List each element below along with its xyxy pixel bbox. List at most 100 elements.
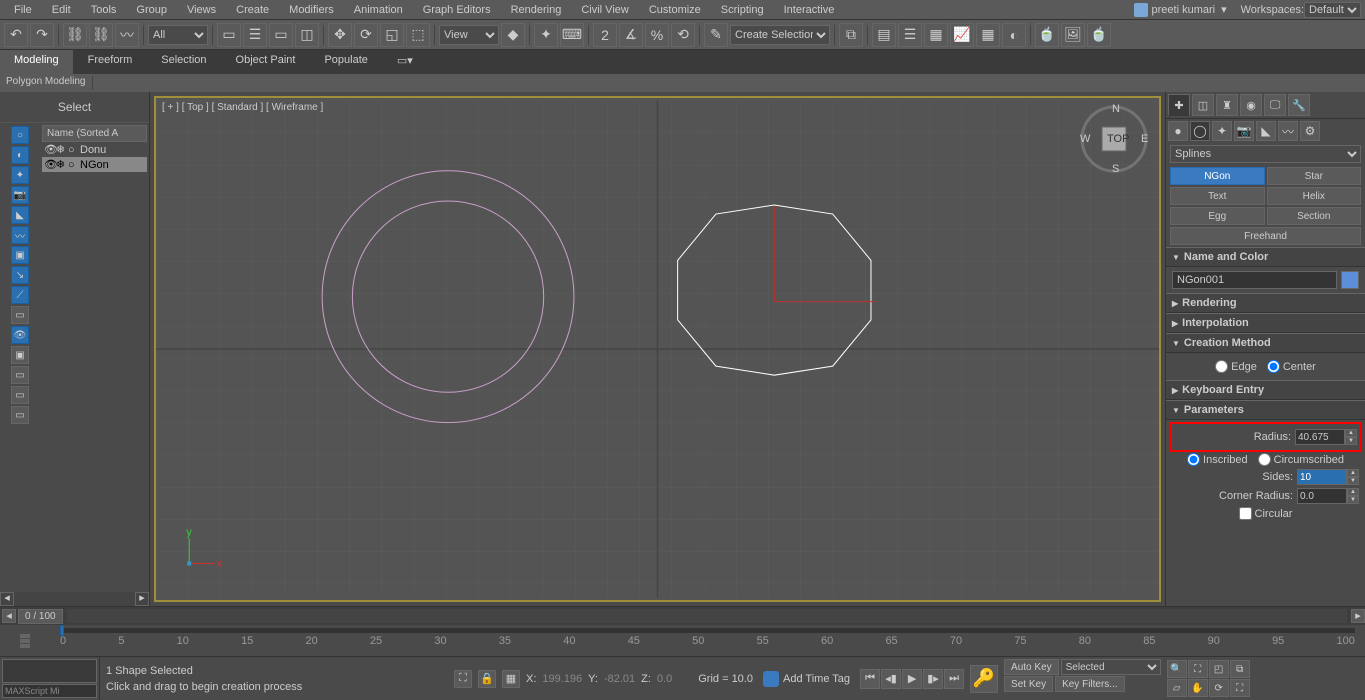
rect-region-button[interactable]: ▭ — [269, 23, 293, 47]
eye-icon[interactable]: 👁 — [44, 158, 54, 171]
menu-interactive[interactable]: Interactive — [774, 2, 845, 18]
helix-button[interactable]: Helix — [1267, 187, 1362, 205]
display-xrefs-icon[interactable]: ↘ — [11, 266, 29, 284]
zoom-extents-button[interactable]: ◰ — [1209, 660, 1229, 678]
text-button[interactable]: Text — [1170, 187, 1265, 205]
key-mode-button[interactable]: 🔑 — [970, 665, 998, 693]
placement-button[interactable]: ⬚ — [406, 23, 430, 47]
layer-button[interactable]: ☰ — [898, 23, 922, 47]
display-tab[interactable]: 🖵 — [1264, 94, 1286, 116]
menu-modifiers[interactable]: Modifiers — [279, 2, 344, 18]
parameters-rollout[interactable]: ▼Parameters — [1166, 400, 1365, 420]
radius-up[interactable]: ▲ — [1345, 429, 1357, 437]
display-containers-icon[interactable]: ▭ — [11, 306, 29, 324]
display-shapes-icon[interactable]: ◐ — [11, 146, 29, 164]
schematic-button[interactable]: ▦ — [976, 23, 1000, 47]
ribbon-toggle[interactable]: ▭▾ — [383, 50, 427, 74]
play-button[interactable]: ▶ — [902, 669, 922, 689]
fov-button[interactable]: ▱ — [1167, 679, 1187, 697]
material-preview[interactable] — [2, 659, 97, 683]
display-cameras-icon[interactable]: 📷 — [11, 186, 29, 204]
user-menu[interactable]: preeti kumari ▾ — [1130, 1, 1231, 19]
eye-icon[interactable]: 👁 — [44, 143, 54, 156]
move-button[interactable]: ✥ — [328, 23, 352, 47]
material-editor-button[interactable]: ◐ — [1002, 23, 1026, 47]
autokey-button[interactable]: Auto Key — [1004, 659, 1059, 675]
display-warps-icon[interactable]: 〰 — [11, 226, 29, 244]
freehand-button[interactable]: Freehand — [1170, 227, 1361, 245]
menu-customize[interactable]: Customize — [639, 2, 711, 18]
menu-tools[interactable]: Tools — [81, 2, 127, 18]
tree-row-ngon[interactable]: 👁 ❄ ○ NGon — [42, 157, 147, 172]
display-helpers-icon[interactable]: ◣ — [11, 206, 29, 224]
key-filter-select[interactable]: Selected — [1061, 659, 1161, 675]
circumscribed-radio[interactable]: Circumscribed — [1258, 453, 1344, 466]
rendering-rollout[interactable]: ▶Rendering — [1166, 293, 1365, 313]
mirror-button[interactable]: ⧉ — [839, 23, 863, 47]
time-slider-prev[interactable]: ◂ — [2, 609, 16, 623]
named-selection-select[interactable]: Create Selection Se — [730, 25, 830, 45]
ribbon-tab-object-paint[interactable]: Object Paint — [222, 50, 310, 74]
viewport-canvas[interactable]: y x — [156, 98, 1159, 600]
edit-named-sel-button[interactable]: ✎ — [704, 23, 728, 47]
rotate-button[interactable]: ⟳ — [354, 23, 378, 47]
pivot-button[interactable]: ◆ — [501, 23, 525, 47]
menu-edit[interactable]: Edit — [42, 2, 81, 18]
shapes-subtab[interactable]: ◯ — [1190, 121, 1210, 141]
menu-graph-editors[interactable]: Graph Editors — [413, 2, 501, 18]
maximize-button[interactable]: ⛶ — [1230, 679, 1250, 697]
angle-snap-button[interactable]: ∡ — [619, 23, 643, 47]
add-time-tag[interactable]: Add Time Tag — [757, 657, 856, 700]
render-button[interactable]: 🍵 — [1087, 23, 1111, 47]
zoom-all-button[interactable]: ⛶ — [1188, 660, 1208, 678]
bind-button[interactable]: 〰 — [115, 23, 139, 47]
lights-subtab[interactable]: ✦ — [1212, 121, 1232, 141]
systems-subtab[interactable]: ⚙ — [1300, 121, 1320, 141]
percent-snap-button[interactable]: % — [645, 23, 669, 47]
egg-button[interactable]: Egg — [1170, 207, 1265, 225]
display-hidden-icon[interactable]: ▣ — [11, 346, 29, 364]
display-frozen-icon[interactable]: 👁 — [11, 326, 29, 344]
goto-end-button[interactable]: ⏭ — [944, 669, 964, 689]
time-slider-button[interactable]: 0 / 100 — [18, 609, 63, 624]
modify-tab[interactable]: ◫ — [1192, 94, 1214, 116]
hierarchy-tab[interactable]: ♜ — [1216, 94, 1238, 116]
display-geometry-icon[interactable]: ○ — [11, 126, 29, 144]
select-name-button[interactable]: ☰ — [243, 23, 267, 47]
inscribed-radio[interactable]: Inscribed — [1187, 453, 1248, 466]
create-tab[interactable]: ✚ — [1168, 94, 1190, 116]
goto-start-button[interactable]: ⏮ — [860, 669, 880, 689]
section-button[interactable]: Section — [1267, 207, 1362, 225]
warps-subtab[interactable]: 〰 — [1278, 121, 1298, 141]
menu-views[interactable]: Views — [177, 2, 226, 18]
view-cube[interactable]: N S E W TOP — [1079, 104, 1149, 174]
workspace-select[interactable]: Default — [1304, 2, 1361, 18]
freeze-icon[interactable]: ❄ — [56, 158, 66, 171]
window-crossing-button[interactable]: ◫ — [295, 23, 319, 47]
name-color-rollout[interactable]: ▼Name and Color — [1166, 247, 1365, 267]
display-bones-icon[interactable]: ⟋ — [11, 286, 29, 304]
maxscript-listener[interactable]: MAXScript Mi — [2, 684, 97, 698]
sides-input[interactable] — [1297, 469, 1347, 485]
lock-button[interactable]: 🔒 — [478, 670, 496, 688]
star-button[interactable]: Star — [1267, 167, 1362, 185]
keyboard-shortcut-button[interactable]: ⌨ — [560, 23, 584, 47]
ribbon-tab-modeling[interactable]: Modeling — [0, 50, 73, 74]
corner-up[interactable]: ▲ — [1347, 488, 1359, 496]
unlink-button[interactable]: ⛓ — [89, 23, 113, 47]
next-frame-button[interactable]: ▮▸ — [923, 669, 943, 689]
ribbon-tab-populate[interactable]: Populate — [310, 50, 381, 74]
manipulate-button[interactable]: ✦ — [534, 23, 558, 47]
motion-tab[interactable]: ◉ — [1240, 94, 1262, 116]
ribbon-tab-selection[interactable]: Selection — [147, 50, 220, 74]
curve-editor-button[interactable]: 📈 — [950, 23, 974, 47]
time-slider-next[interactable]: ▸ — [1351, 609, 1365, 623]
sides-up[interactable]: ▲ — [1347, 469, 1359, 477]
selection-filter[interactable]: All — [148, 25, 208, 45]
undo-button[interactable]: ↶ — [4, 23, 28, 47]
menu-civil-view[interactable]: Civil View — [571, 2, 638, 18]
menu-group[interactable]: Group — [126, 2, 177, 18]
corner-radius-input[interactable] — [1297, 488, 1347, 504]
select-button[interactable]: ▭ — [217, 23, 241, 47]
render-setup-button[interactable]: 🍵 — [1035, 23, 1059, 47]
